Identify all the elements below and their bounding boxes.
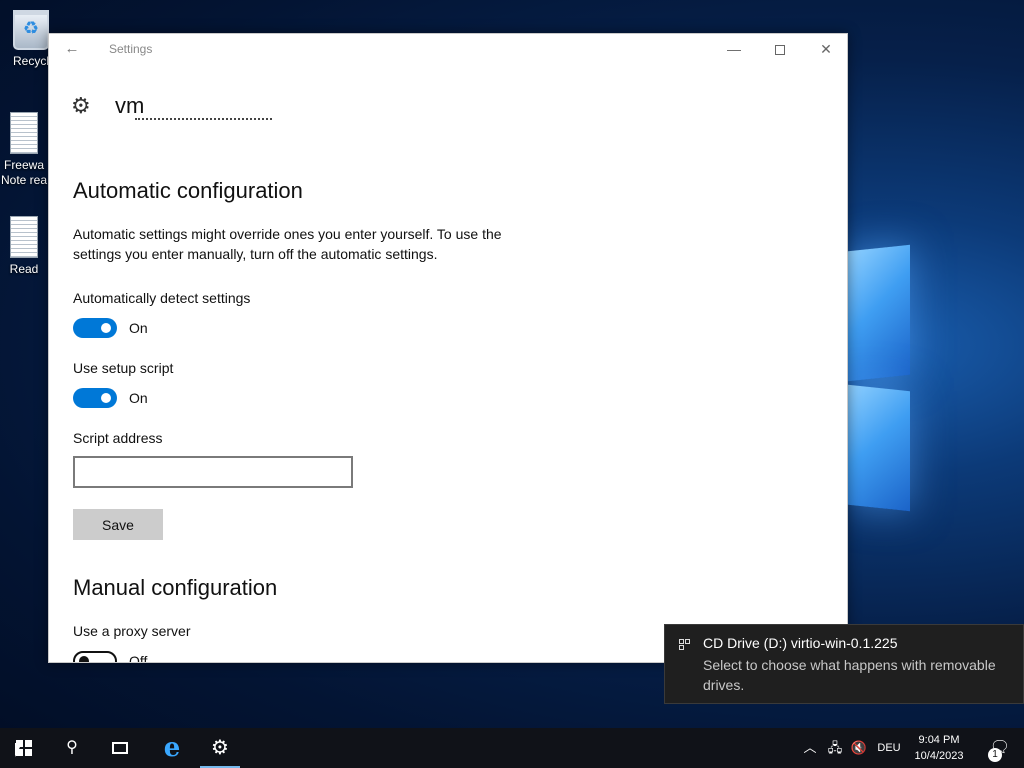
task-view-icon: [112, 741, 128, 754]
maximize-button[interactable]: [757, 34, 803, 64]
script-address-input[interactable]: [73, 456, 353, 488]
notification-count-badge: 1: [988, 748, 1002, 762]
drive-icon: [679, 639, 691, 651]
clock-time: 9:04 PM: [918, 734, 960, 746]
start-button[interactable]: [0, 728, 48, 768]
volume-button[interactable]: 🔇: [848, 728, 870, 768]
title-bar[interactable]: ← Settings — ✕: [49, 34, 847, 64]
gear-icon: ⚙: [211, 737, 229, 759]
proxy-server-toggle[interactable]: [73, 651, 117, 662]
internet-explorer-button[interactable]: e: [148, 728, 196, 768]
clock[interactable]: 9:04 PM 10/4/2023: [906, 732, 972, 764]
network-button[interactable]: 🖧: [824, 728, 846, 768]
volume-muted-icon: 🔇: [850, 740, 868, 755]
page-title: vm: [115, 93, 145, 118]
detect-settings-state: On: [129, 320, 148, 336]
document-icon: [10, 112, 38, 154]
desktop-icon-freeware-note[interactable]: Freewa Note rea: [0, 112, 48, 188]
setup-script-state: On: [129, 390, 148, 406]
back-button[interactable]: ←: [61, 38, 83, 60]
gear-icon: ⚙: [71, 93, 91, 118]
setup-script-toggle[interactable]: [73, 388, 117, 408]
script-address-label: Script address: [73, 430, 163, 446]
back-arrow-icon: ←: [64, 40, 80, 57]
network-disconnected-icon: 🖧: [827, 740, 843, 755]
detect-settings-label: Automatically detect settings: [73, 290, 251, 306]
recycle-bin-icon: [13, 10, 49, 50]
window-title: Settings: [109, 42, 153, 56]
setup-script-label: Use setup script: [73, 360, 174, 376]
search-button[interactable]: ⚲: [48, 728, 96, 768]
taskbar: ⚲ e ⚙ ︿ 🖧 🔇 DEU 9:04 PM 10/4/2023 🗨: [0, 728, 1024, 768]
chevron-up-icon: ︿: [803, 740, 817, 755]
windows-wallpaper-logo: [830, 200, 1020, 530]
input-language-button[interactable]: DEU: [874, 728, 904, 768]
detect-settings-toggle[interactable]: [73, 318, 117, 338]
clock-date: 10/4/2023: [914, 750, 964, 762]
action-center-button[interactable]: 🗨: [976, 728, 1024, 768]
maximize-icon: [775, 45, 785, 56]
toggle-knob: [79, 656, 89, 662]
proxy-server-state: Off: [129, 653, 148, 663]
close-button[interactable]: ✕: [803, 34, 847, 64]
scrolled-text-fragment: [73, 118, 273, 132]
settings-window: ← Settings — ✕ ⚙ vm Automatic configurat…: [48, 33, 848, 663]
notification-body: Select to choose what happens with remov…: [703, 657, 996, 693]
notification-title: CD Drive (D:) virtio-win-0.1.225: [703, 635, 898, 651]
settings-taskbar-button[interactable]: ⚙: [196, 728, 244, 768]
automatic-configuration-heading: Automatic configuration: [73, 178, 303, 203]
toggle-knob: [101, 323, 111, 333]
autoplay-notification[interactable]: CD Drive (D:) virtio-win-0.1.225 Select …: [664, 624, 1024, 704]
task-view-button[interactable]: [96, 728, 144, 768]
proxy-server-label: Use a proxy server: [73, 623, 191, 639]
manual-configuration-heading: Manual configuration: [73, 575, 278, 600]
mouse-cursor-icon: [15, 743, 22, 757]
save-button[interactable]: Save: [73, 509, 163, 540]
internet-explorer-icon: e: [163, 733, 181, 763]
document-icon: [10, 216, 38, 258]
minimize-icon: —: [727, 41, 741, 57]
desktop-icon-label: Freewa Note rea: [0, 158, 48, 187]
wallpaper-pane-upper: [848, 244, 910, 382]
automatic-description: Automatic settings might override ones y…: [73, 226, 502, 262]
close-icon: ✕: [820, 41, 832, 57]
minimize-button[interactable]: —: [711, 34, 757, 64]
wallpaper-pane-lower: [848, 384, 910, 512]
desktop-icon-label: Read: [9, 262, 39, 276]
search-icon: ⚲: [66, 739, 78, 756]
desktop-icon-readme[interactable]: Read: [0, 216, 48, 277]
show-hidden-icons-button[interactable]: ︿: [800, 728, 820, 768]
toggle-knob: [101, 393, 111, 403]
